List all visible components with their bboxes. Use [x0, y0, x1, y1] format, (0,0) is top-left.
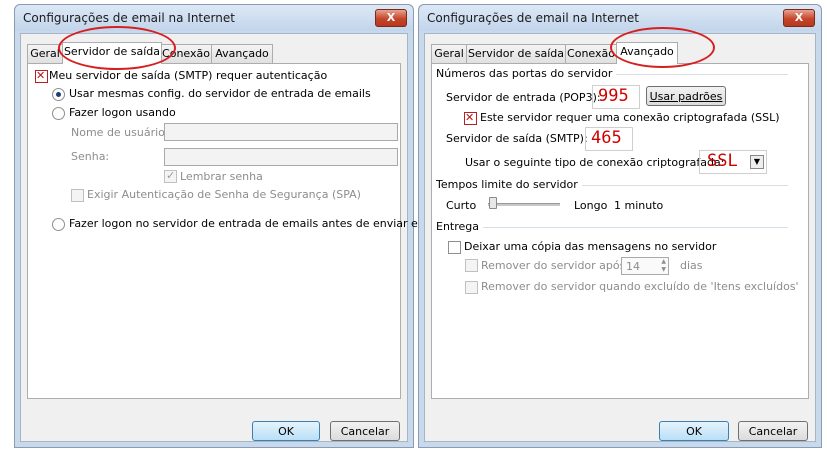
ssl-required-checkbox[interactable]: [464, 111, 477, 125]
dialog-title: Configurações de email na Internet: [427, 11, 639, 25]
incoming-port-value: 995: [598, 86, 629, 106]
remove-deleted-label: Remover do servidor quando excluído de '…: [481, 280, 799, 293]
ok-button[interactable]: OK: [659, 421, 729, 441]
title-bar: Configurações de email na Internet X: [419, 5, 821, 31]
dialog-body: Geral Servidor de saída Conexão Avançado…: [20, 33, 441, 442]
close-button[interactable]: X: [783, 9, 815, 27]
use-defaults-label: Usar padrões: [649, 90, 723, 103]
incoming-server-label: Servidor de entrada (POP3):: [446, 91, 601, 104]
password-label: Senha:: [71, 150, 110, 163]
leave-copy-label: Deixar uma cópia das mensagens no servid…: [464, 240, 717, 253]
tab-advanced[interactable]: Avançado: [616, 42, 678, 64]
outgoing-port-field[interactable]: 465: [585, 127, 633, 151]
timeout-value: 1 minuto: [614, 199, 664, 212]
tab-connection[interactable]: Conexão: [565, 44, 617, 63]
incoming-port-field[interactable]: 995: [592, 85, 640, 109]
remove-after-label: Remover do servidor após: [481, 259, 626, 272]
same-config-label: Usar mesmas config. do servidor de entra…: [69, 87, 371, 100]
tab-general[interactable]: Geral: [431, 44, 467, 63]
logon-before-send-radio[interactable]: [52, 218, 65, 231]
remove-after-checkbox[interactable]: [465, 259, 478, 272]
chevron-down-icon[interactable]: ▼: [750, 155, 764, 169]
tab-outgoing-server[interactable]: Servidor de saída: [466, 44, 566, 63]
leave-copy-checkbox[interactable]: [448, 241, 461, 254]
remove-deleted-checkbox[interactable]: [465, 281, 478, 294]
encryption-type-value: SSL: [707, 151, 738, 171]
smtp-auth-checkbox[interactable]: [35, 69, 48, 83]
timeout-short-label: Curto: [446, 199, 477, 212]
cancel-button[interactable]: Cancelar: [330, 421, 400, 441]
smtp-auth-label: Meu servidor de saída (SMTP) requer aute…: [49, 69, 328, 82]
delivery-group-line: [436, 227, 788, 228]
logon-before-send-label: Fazer logon no servidor de entrada de em…: [69, 217, 442, 230]
title-bar: Configurações de email na Internet X: [15, 5, 413, 31]
remove-days-value: 14: [626, 260, 640, 273]
password-field[interactable]: [164, 148, 398, 166]
tab-panel: Números das portas do servidor Servidor …: [431, 63, 809, 399]
close-button[interactable]: X: [375, 9, 407, 27]
same-config-radio[interactable]: [52, 88, 65, 101]
username-field[interactable]: [164, 123, 398, 141]
remember-password-checkbox[interactable]: [164, 169, 177, 183]
cancel-button[interactable]: Cancelar: [738, 421, 808, 441]
encryption-type-select[interactable]: SSL ▼: [699, 150, 767, 174]
tab-connection[interactable]: Conexão: [160, 44, 212, 63]
remember-password-label: Lembrar senha: [180, 170, 263, 183]
outgoing-server-label: Servidor de saída (SMTP):: [446, 132, 588, 145]
tab-panel: Meu servidor de saída (SMTP) requer aute…: [27, 63, 441, 399]
ssl-required-label: Este servidor requer uma conexão criptog…: [480, 111, 780, 124]
use-defaults-button[interactable]: Usar padrões: [646, 86, 726, 106]
spa-checkbox[interactable]: [71, 189, 84, 202]
tab-advanced[interactable]: Avançado: [211, 44, 273, 63]
timeout-group-title: Tempos limite do servidor: [436, 178, 582, 191]
days-label: dias: [680, 259, 703, 272]
delivery-group-title: Entrega: [436, 220, 484, 233]
logon-using-radio[interactable]: [52, 107, 65, 120]
ports-group-title: Números das portas do servidor: [436, 67, 617, 80]
encryption-type-label: Usar o seguinte tipo de conexão criptogr…: [465, 156, 725, 169]
outgoing-port-value: 465: [591, 128, 622, 148]
tab-general[interactable]: Geral: [27, 44, 63, 63]
dialog-title: Configurações de email na Internet: [23, 11, 235, 25]
ok-button[interactable]: OK: [252, 421, 320, 441]
dialog-outgoing-server: Configurações de email na Internet X Ger…: [14, 4, 441, 448]
spa-label: Exigir Autenticação de Senha de Seguranç…: [87, 188, 361, 201]
username-label: Nome de usuário:: [71, 126, 169, 139]
spinner-arrows-icon[interactable]: ▲ ▼: [661, 258, 666, 274]
timeout-slider-thumb[interactable]: [489, 197, 497, 209]
logon-using-label: Fazer logon usando: [69, 106, 176, 119]
dialog-body: Geral Servidor de saída Conexão Avançado…: [424, 33, 816, 442]
dialog-advanced: Configurações de email na Internet X Ger…: [418, 4, 822, 448]
tab-outgoing-server[interactable]: Servidor de saída: [62, 42, 162, 64]
remove-days-spinner[interactable]: 14 ▲ ▼: [621, 257, 669, 275]
timeout-slider-track: [488, 203, 560, 206]
timeout-long-label: Longo: [574, 199, 608, 212]
